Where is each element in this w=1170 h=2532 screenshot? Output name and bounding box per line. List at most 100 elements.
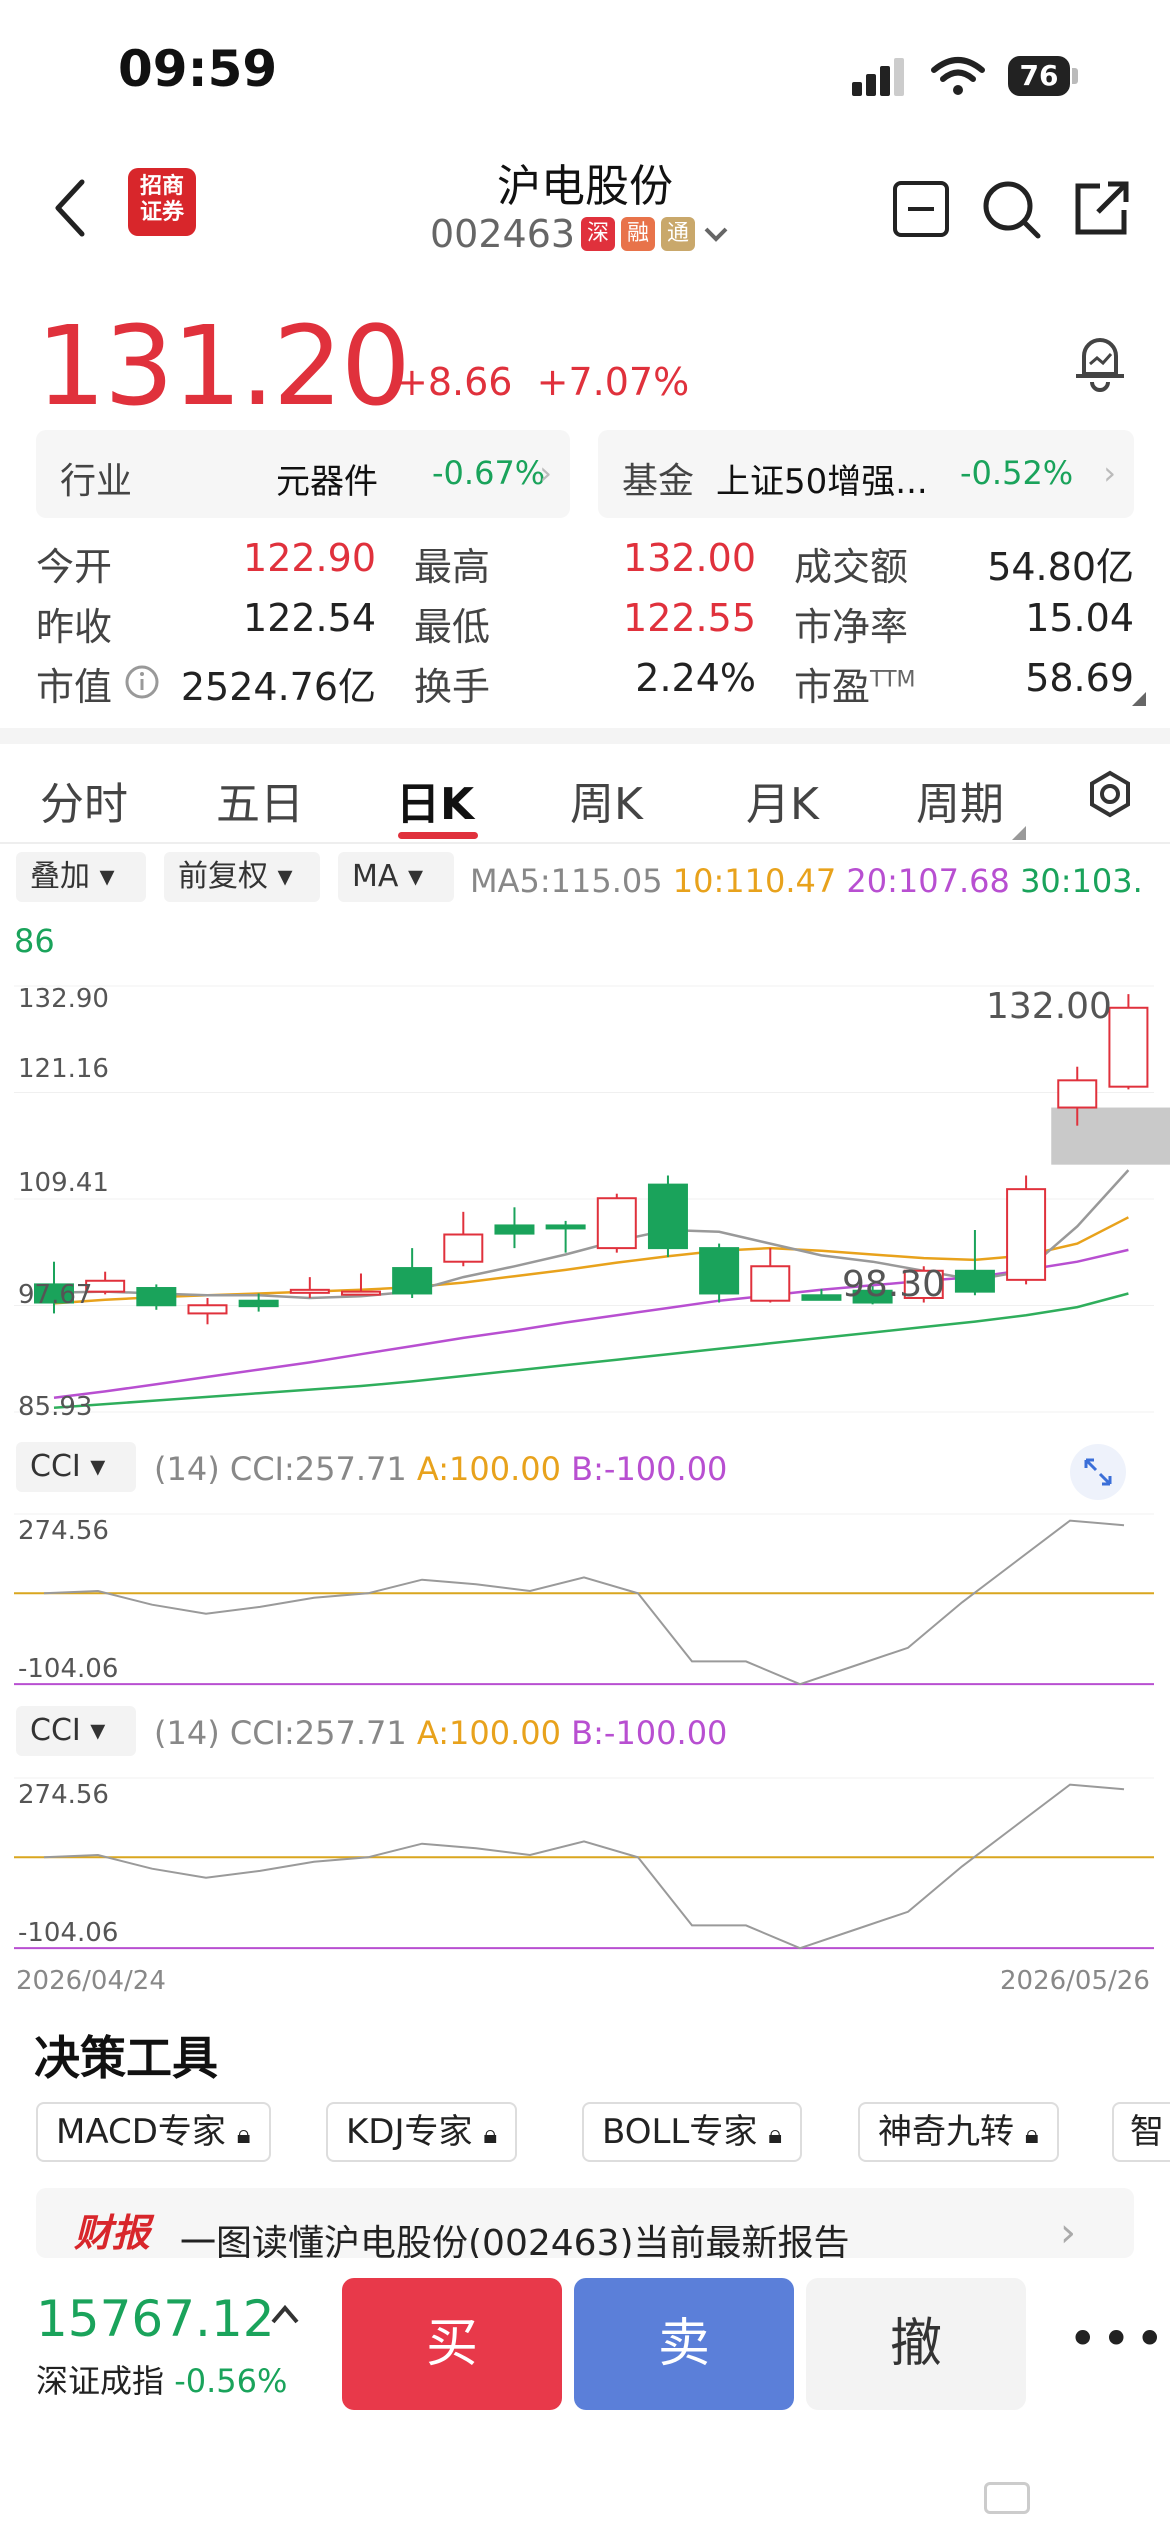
bell-alert-icon — [1076, 338, 1124, 392]
price-alert-button[interactable] — [1070, 330, 1130, 398]
share-button[interactable] — [1070, 178, 1132, 244]
candle-body — [443, 1233, 484, 1263]
chevron-up-icon[interactable] — [268, 2298, 302, 2336]
candle-body — [1057, 1079, 1098, 1109]
stat-pe-label: 市盈TTM — [794, 665, 916, 709]
settings-icon — [1090, 770, 1130, 818]
industry-card[interactable]: 行业 元器件 -0.67% › — [36, 430, 570, 518]
cci-chart-2[interactable] — [0, 1764, 1170, 1964]
fund-value: 上证50增强... — [716, 462, 928, 502]
fullscreen-button[interactable] — [1070, 1444, 1126, 1500]
price-range-highlight — [1051, 1107, 1170, 1165]
stat-turnover-amt-value: 54.80亿 — [987, 545, 1134, 589]
section-divider — [0, 728, 1170, 744]
y-tick-label: 97.67 — [18, 1280, 93, 1310]
more-button[interactable]: ••• — [1068, 2310, 1168, 2368]
ma-dropdown[interactable]: MA ▾ — [338, 852, 454, 902]
industry-value: 元器件 — [276, 462, 378, 502]
cci-readout-1: (14) CCI:257.71 A:100.00 B:-100.00 — [154, 1450, 728, 1488]
ma5-value: MA5:115.05 — [470, 862, 663, 900]
tool-kdj[interactable]: KDJ专家 🔒︎ — [326, 2102, 518, 2162]
stat-low-label: 最低 — [414, 605, 491, 649]
tab-intraday[interactable]: 分时 — [40, 768, 128, 832]
stat-high-label: 最高 — [414, 545, 491, 589]
report-card[interactable]: 财报 一图读懂沪电股份(002463)当前最新报告 › — [36, 2188, 1134, 2258]
cci-line — [43, 1519, 1125, 1686]
low-annotation: 98.30 — [842, 1264, 946, 1305]
tool-nine-turn[interactable]: 神奇九转 🔒︎ — [858, 2102, 1059, 2162]
fund-pct: -0.52% — [960, 454, 1074, 492]
info-icon[interactable] — [124, 664, 160, 704]
cci-line — [43, 1783, 1125, 1950]
tabs-divider — [0, 842, 1170, 844]
cci-chart-1[interactable] — [0, 1500, 1170, 1700]
fund-card[interactable]: 基金 上证50增强... -0.52% › — [598, 430, 1134, 518]
overlay-dropdown[interactable]: 叠加 ▾ — [16, 852, 146, 902]
chevron-right-icon: › — [1103, 454, 1116, 492]
y-tick-label: 85.93 — [18, 1392, 93, 1422]
high-annotation: 132.00 — [986, 986, 1112, 1027]
y-tick-label: 274.56 — [18, 1516, 109, 1546]
y-tick-label: -104.06 — [18, 1654, 119, 1684]
lock-icon: 🔒︎ — [768, 2120, 783, 2150]
chart-settings-button[interactable] — [1086, 770, 1134, 822]
buy-button[interactable]: 买 — [342, 2278, 562, 2410]
candle-body — [750, 1265, 791, 1302]
report-badge: 财报 — [74, 2211, 151, 2255]
industry-label: 行业 — [60, 461, 133, 502]
y-tick-label: -104.06 — [18, 1918, 119, 1948]
candle-body — [596, 1197, 637, 1250]
industry-pct: -0.67% — [432, 454, 546, 492]
candle-body — [392, 1267, 433, 1295]
stat-mktcap-label: 市值 — [36, 665, 113, 709]
stat-turnover-value: 2.24% — [635, 656, 756, 700]
tool-macd[interactable]: MACD专家 🔒︎ — [36, 2102, 271, 2162]
stock-code: 002463 — [430, 212, 576, 256]
tab-monthly-k[interactable]: 月K — [746, 768, 819, 832]
tools-title: 决策工具 — [34, 2031, 218, 2085]
candle-body — [699, 1247, 740, 1295]
stat-mktcap-value: 2524.76亿 — [180, 665, 376, 709]
x-end-date: 2026/05/26 — [1000, 1966, 1150, 1996]
stock-code-switcher[interactable]: 002463 深 融 通 — [430, 212, 731, 256]
minimize-button[interactable] — [892, 180, 950, 242]
tab-five-day[interactable]: 五日 — [216, 768, 304, 832]
stat-high-value: 132.00 — [623, 536, 756, 580]
x-start-date: 2026/04/24 — [16, 1966, 166, 1996]
tool-more[interactable]: 智 — [1112, 2102, 1170, 2162]
minus-box-icon — [893, 181, 949, 237]
chevron-right-icon: › — [539, 454, 552, 492]
tab-weekly-k[interactable]: 周K — [570, 768, 643, 832]
stat-open-value: 122.90 — [243, 536, 376, 580]
ma30-value-wrap: 86 — [14, 922, 55, 960]
sell-button[interactable]: 卖 — [574, 2278, 794, 2410]
candle-body — [494, 1224, 535, 1235]
expand-icon — [1084, 1458, 1112, 1486]
tab-period[interactable]: 周期 — [916, 768, 1004, 832]
index-value[interactable]: 15767.12 — [36, 2290, 275, 2348]
ttm-superscript: TTM — [870, 667, 916, 693]
tool-boll[interactable]: BOLL专家 🔒︎ — [582, 2102, 803, 2162]
search-button[interactable] — [980, 178, 1042, 244]
ma10-value: 10:110.47 — [672, 862, 837, 900]
fund-label: 基金 — [622, 461, 695, 502]
chevron-down-icon — [704, 227, 728, 242]
tag-rong: 融 — [621, 217, 656, 251]
tag-shen: 深 — [581, 217, 616, 251]
adjust-dropdown[interactable]: 前复权 ▾ — [164, 852, 320, 902]
current-price: 131.20 — [36, 302, 411, 430]
stat-open-label: 今开 — [36, 545, 113, 589]
cci-dropdown-1[interactable]: CCI ▾ — [16, 1442, 136, 1492]
ma30-value: 30:103. — [1020, 862, 1143, 900]
stat-pb-label: 市净率 — [794, 605, 909, 649]
signal-icon — [852, 58, 908, 96]
expand-corner-icon[interactable] — [1132, 692, 1146, 706]
cci-dropdown-2[interactable]: CCI ▾ — [16, 1706, 136, 1756]
candlestick-chart[interactable] — [0, 976, 1170, 1426]
report-text: 一图读懂沪电股份(002463)当前最新报告 — [180, 2223, 850, 2258]
ma-values: MA5:115.05 10:110.47 20:107.68 30:103. — [470, 862, 1143, 900]
battery-tip — [1072, 68, 1078, 84]
candle-body — [289, 1288, 330, 1294]
cancel-order-button[interactable]: 撤 — [806, 2278, 1026, 2410]
tab-daily-k[interactable]: 日K — [396, 768, 474, 832]
